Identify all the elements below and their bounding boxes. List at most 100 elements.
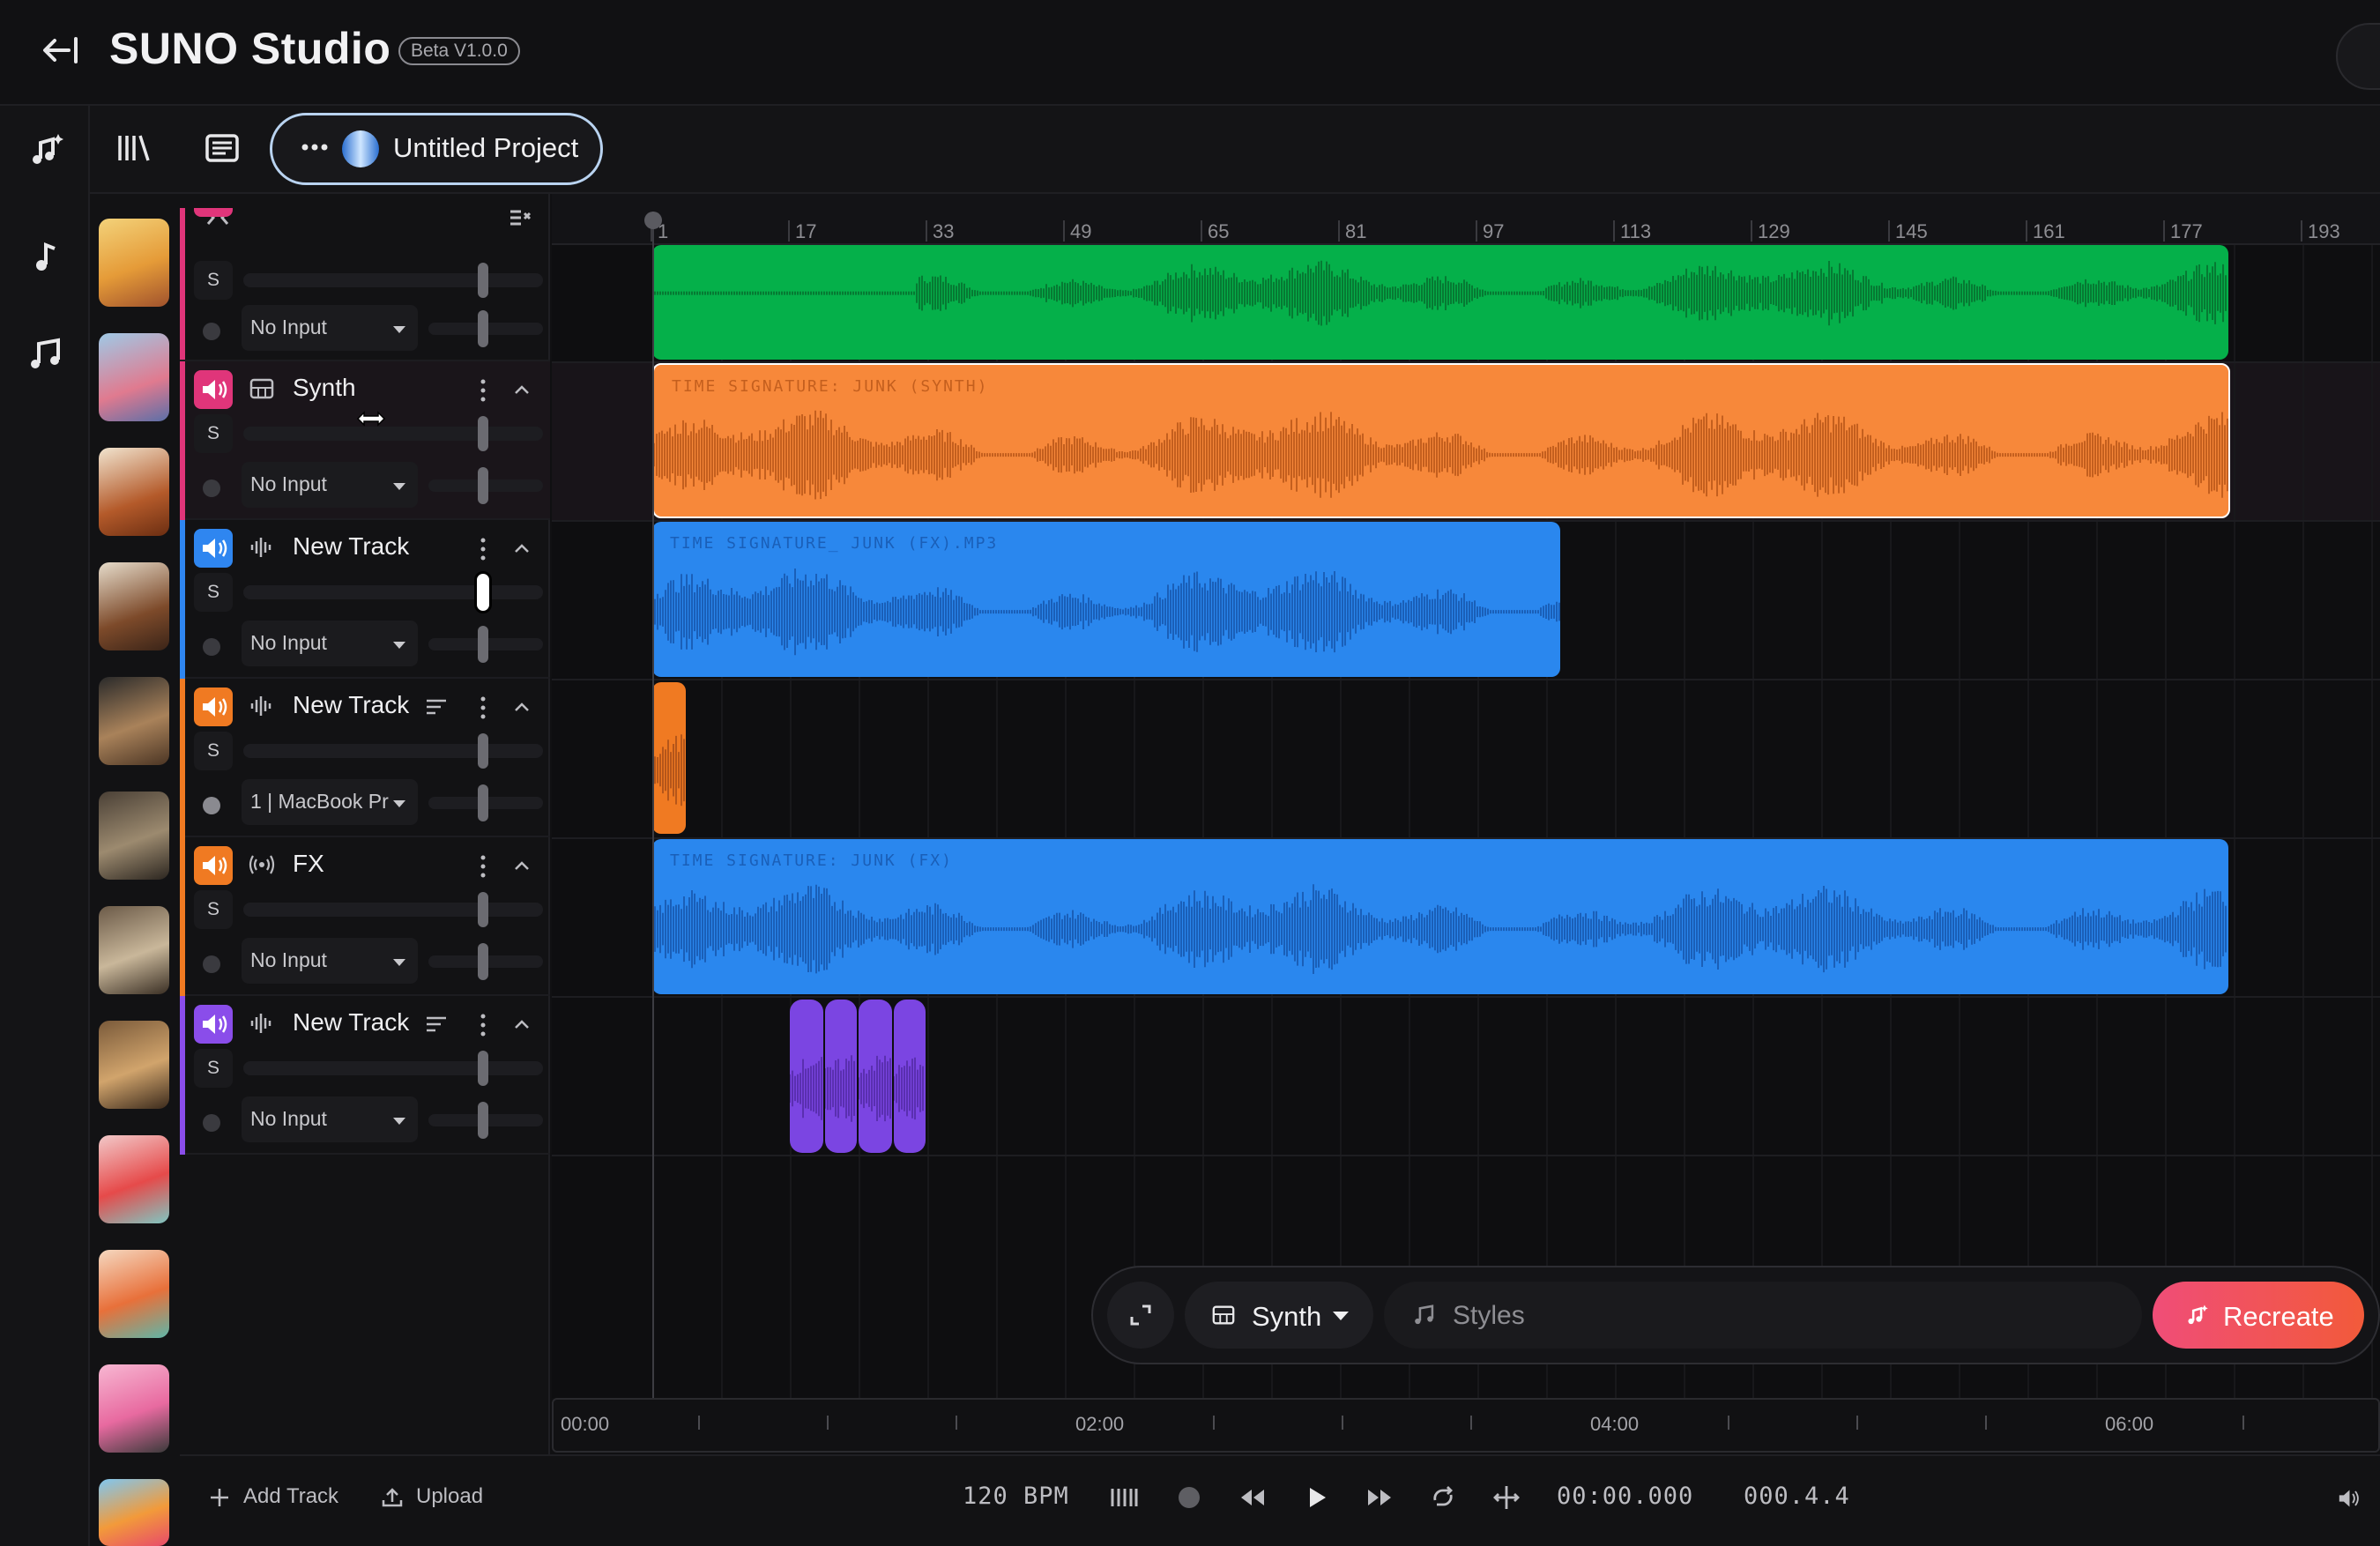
loop-icon[interactable] [1428, 1483, 1458, 1513]
volume-slider[interactable] [243, 585, 543, 599]
audio-clip[interactable] [894, 1000, 926, 1153]
play-icon[interactable] [1301, 1483, 1331, 1513]
song-thumbnail[interactable] [99, 1135, 169, 1223]
rewind-icon[interactable] [1238, 1483, 1268, 1513]
solo-button[interactable]: S [194, 261, 233, 300]
lines-icon[interactable] [425, 1014, 448, 1035]
track-row[interactable]: Synth S No Input [180, 361, 550, 520]
song-thumbnail[interactable] [99, 1250, 169, 1338]
track-menu-icon[interactable] [476, 695, 490, 721]
song-thumbnail[interactable] [99, 448, 169, 536]
audio-clip[interactable] [859, 1000, 892, 1153]
record-arm-button[interactable] [203, 797, 220, 814]
record-icon[interactable] [1174, 1483, 1204, 1513]
song-thumbnail[interactable] [99, 333, 169, 421]
chevron-up-icon[interactable] [511, 698, 532, 716]
song-thumbnail[interactable] [99, 219, 169, 307]
song-thumbnail[interactable] [99, 906, 169, 994]
volume-knob[interactable] [478, 892, 488, 927]
library-icon[interactable] [115, 129, 153, 167]
solo-button[interactable]: S [194, 1049, 233, 1088]
track-row[interactable]: S No Input [180, 208, 550, 361]
track-row[interactable]: FX S No Input [180, 837, 550, 996]
song-thumbnail[interactable] [99, 792, 169, 880]
metronome-icon[interactable] [1109, 1483, 1139, 1513]
music-notes-icon[interactable] [26, 335, 65, 374]
volume-knob[interactable] [478, 263, 488, 298]
record-arm-button[interactable] [203, 323, 220, 340]
volume-slider[interactable] [243, 273, 543, 287]
volume-slider[interactable] [243, 1061, 543, 1075]
track-name[interactable]: New Track [293, 1008, 409, 1037]
pan-knob[interactable] [478, 467, 488, 504]
bar-ruler[interactable] [552, 194, 2380, 245]
volume-knob[interactable] [474, 571, 492, 613]
track-name[interactable]: New Track [293, 532, 409, 561]
mute-button[interactable] [194, 846, 233, 885]
record-arm-button[interactable] [203, 479, 220, 497]
track-menu-icon[interactable] [476, 853, 490, 880]
track-menu-icon[interactable] [476, 1012, 490, 1038]
chevron-up-icon[interactable] [511, 539, 532, 557]
more-icon[interactable] [300, 141, 330, 153]
snap-icon[interactable] [1491, 1483, 1521, 1513]
chevron-up-icon[interactable] [511, 381, 532, 398]
chevron-up-icon[interactable] [511, 1015, 532, 1033]
bpm-display[interactable]: 120 BPM [963, 1483, 1069, 1510]
track-row[interactable]: New Track S No Input [180, 520, 550, 679]
record-arm-button[interactable] [203, 1114, 220, 1132]
track-name[interactable]: New Track [293, 691, 409, 719]
solo-button[interactable]: S [194, 573, 233, 612]
audio-clip[interactable] [825, 1000, 857, 1153]
upload-button[interactable]: Upload [416, 1484, 483, 1509]
pan-knob[interactable] [478, 1102, 488, 1139]
volume-icon[interactable] [2334, 1484, 2362, 1513]
playhead-handle[interactable] [644, 212, 662, 229]
audio-clip[interactable]: TIME SIGNATURE: JUNK (FX) [652, 839, 2228, 994]
create-music-icon[interactable] [26, 130, 65, 169]
volume-slider[interactable] [243, 427, 543, 441]
song-thumbnail[interactable] [99, 562, 169, 650]
lines-icon[interactable] [425, 696, 448, 717]
track-menu-icon[interactable] [476, 536, 490, 562]
song-thumbnail[interactable] [99, 677, 169, 765]
track-name[interactable]: Synth [293, 374, 356, 402]
record-arm-button[interactable] [203, 955, 220, 973]
solo-button[interactable]: S [194, 890, 233, 929]
mute-button[interactable] [194, 529, 233, 568]
pan-knob[interactable] [478, 626, 488, 663]
audio-clip[interactable]: TIME SIGNATURE: JUNK (SYNTH) [652, 363, 2230, 518]
song-thumbnail[interactable] [99, 1364, 169, 1453]
track-row[interactable]: New Track S No Input [180, 996, 550, 1155]
back-arrow-icon[interactable] [39, 32, 83, 69]
audio-clip[interactable] [652, 245, 2228, 360]
pan-knob[interactable] [478, 784, 488, 821]
pan-knob[interactable] [478, 943, 488, 980]
audio-clip[interactable]: TIME SIGNATURE_ JUNK (FX).MP3 [652, 522, 1560, 677]
volume-knob[interactable] [478, 733, 488, 769]
mute-button[interactable] [194, 1005, 233, 1044]
solo-button[interactable]: S [194, 732, 233, 770]
mute-button[interactable] [194, 688, 233, 726]
song-thumbnail[interactable] [99, 1479, 169, 1546]
music-note-icon[interactable] [26, 238, 65, 277]
track-row[interactable]: New Track S 1 | MacBook Pr [180, 679, 550, 837]
record-arm-button[interactable] [203, 638, 220, 656]
volume-slider[interactable] [243, 903, 543, 917]
volume-knob[interactable] [478, 416, 488, 451]
lyrics-icon[interactable] [203, 129, 242, 167]
solo-button[interactable]: S [194, 414, 233, 453]
chevron-up-icon[interactable] [511, 857, 532, 874]
pan-knob[interactable] [478, 310, 488, 347]
audio-clip[interactable] [652, 682, 686, 834]
playhead[interactable] [652, 212, 654, 1398]
mute-button[interactable] [194, 208, 233, 217]
audio-clip[interactable] [790, 1000, 823, 1153]
song-thumbnail[interactable] [99, 1021, 169, 1109]
fast-forward-icon[interactable] [1365, 1483, 1395, 1513]
track-menu-icon[interactable] [476, 377, 490, 404]
volume-knob[interactable] [478, 1051, 488, 1086]
add-track-button[interactable]: Add Track [243, 1484, 338, 1509]
mute-button[interactable] [194, 370, 233, 409]
track-name[interactable]: FX [293, 850, 324, 878]
